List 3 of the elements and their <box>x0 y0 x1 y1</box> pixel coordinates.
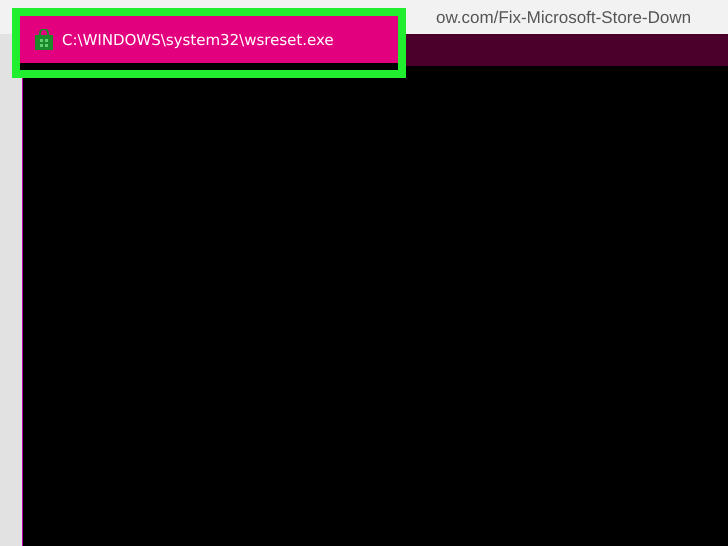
shopping-bag-icon <box>34 28 54 50</box>
address-text[interactable]: ow.com/Fix-Microsoft-Store-Down <box>436 8 692 28</box>
window-title: C:\WINDOWS\system32\wsreset.exe <box>62 30 334 48</box>
